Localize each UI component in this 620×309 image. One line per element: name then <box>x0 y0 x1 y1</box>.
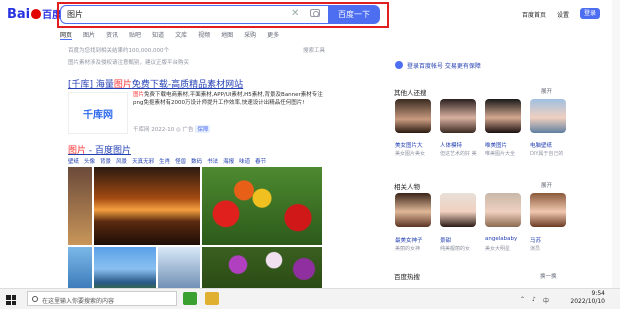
ime-indicator[interactable]: 中 <box>543 296 549 305</box>
search-value: 图片 <box>67 10 83 19</box>
related-searches-title: 其他人还搜 <box>394 89 427 97</box>
person-name[interactable]: 最美女神子 <box>395 236 423 244</box>
person-desc: 纯美靓丽的女 <box>440 246 471 252</box>
person-name[interactable]: 唯美图片 <box>485 141 507 149</box>
category-link[interactable]: 书法 <box>207 157 218 165</box>
image-category-nav: 壁纸 头像 背景 风景 天真无邪 生肖 怪兽 数码 书法 海报 味道 春节 <box>68 157 266 165</box>
category-link[interactable]: 风景 <box>116 157 127 165</box>
logo-text: Bai <box>7 7 31 22</box>
person-image[interactable] <box>485 99 521 133</box>
person-desc: 唯美图片大全 <box>485 151 516 157</box>
person-desc: 美丽的女神 <box>395 246 421 252</box>
person-name[interactable]: angelababy <box>485 236 517 242</box>
person-image[interactable] <box>395 193 431 227</box>
person-name[interactable]: 景甜 <box>440 236 451 244</box>
gallery-image[interactable] <box>158 247 200 291</box>
category-link[interactable]: 背景 <box>100 157 111 165</box>
home-link[interactable]: 百度首页 <box>522 10 546 19</box>
gallery-image[interactable] <box>202 247 322 291</box>
category-link[interactable]: 数码 <box>191 157 202 165</box>
system-clock[interactable]: 9:54 2022/10/10 <box>565 290 605 306</box>
tab-purchase[interactable]: 采购 <box>244 30 256 40</box>
baidu-logo[interactable]: Bai 百度 <box>7 6 62 24</box>
gallery-image[interactable] <box>202 167 322 245</box>
person-name[interactable]: 美女图片大 <box>395 141 423 149</box>
image-gallery <box>68 167 322 291</box>
tab-wenku[interactable]: 文库 <box>175 30 187 40</box>
result1-thumbnail[interactable]: 千库网 <box>68 92 128 134</box>
hot-search-title[interactable]: 百度热搜 <box>394 271 420 281</box>
result2-title[interactable]: 图片 - 百度图片 <box>68 143 131 156</box>
file-explorer-icon[interactable] <box>205 292 219 305</box>
browser-taskbar-icon[interactable] <box>183 292 197 305</box>
tab-more[interactable]: 更多 <box>267 30 279 40</box>
result1-snippet: 图片免费下载电商素材,平面素材,APP/UI素材,H5素材,背景及Banner素… <box>133 92 323 106</box>
network-icon[interactable]: ⌃ <box>520 296 525 303</box>
person-name[interactable]: 马苏 <box>530 236 541 244</box>
person-image[interactable] <box>440 193 476 227</box>
thumb-logo-text: 千库网 <box>83 109 113 121</box>
clock-date: 2022/10/10 <box>570 298 605 305</box>
tab-video[interactable]: 视频 <box>198 30 210 40</box>
tab-zhidao[interactable]: 知道 <box>152 30 164 40</box>
person-image[interactable] <box>440 99 476 133</box>
result-count: 百度为您找到相关结果约100,000,000个 <box>68 48 169 54</box>
search-button[interactable]: 百度一下 <box>328 5 380 24</box>
result1-meta: 千库网 2022-10 ◎ 广告 保障 <box>133 125 211 133</box>
copyright-notice: 图片素材涉及侵权请注意甄别，建议正版平台购买 <box>68 60 190 66</box>
tab-images[interactable]: 图片 <box>83 30 95 40</box>
expand-link[interactable]: 展开 <box>541 181 552 189</box>
category-link[interactable]: 生肖 <box>159 157 170 165</box>
person-desc: 但这艺术的好 美 <box>440 151 477 157</box>
tab-map[interactable]: 地图 <box>221 30 233 40</box>
person-desc: 演员 <box>530 246 541 252</box>
search-tools-button[interactable]: 搜索工具 <box>303 46 325 54</box>
search-input[interactable]: 图片 <box>60 5 328 24</box>
related-people-title: 相关人物 <box>394 183 420 191</box>
person-image[interactable] <box>530 99 566 133</box>
gallery-image[interactable] <box>94 167 200 245</box>
gallery-image[interactable] <box>94 247 156 291</box>
person-name[interactable]: 人体模特 <box>440 141 462 149</box>
refresh-link[interactable]: 换一换 <box>540 272 557 280</box>
search-icon <box>32 296 38 302</box>
clear-icon[interactable]: ✕ <box>291 8 299 19</box>
search-tabs: 网页 图片 资讯 贴吧 知道 文库 视频 地图 采购 更多 <box>60 30 279 40</box>
login-tip[interactable]: 登录百度帐号 交易更有保障 <box>395 61 481 70</box>
gallery-image[interactable] <box>68 247 92 291</box>
login-button[interactable]: 登录 <box>580 8 600 19</box>
person-image[interactable] <box>485 193 521 227</box>
category-link[interactable]: 味道 <box>239 157 250 165</box>
page-scrollbar[interactable] <box>612 0 620 288</box>
person-name[interactable]: 电脑壁纸 <box>530 141 552 149</box>
tab-web[interactable]: 网页 <box>60 30 73 40</box>
taskbar-search-input[interactable]: 在这里输入你要搜索的内容 <box>27 291 177 306</box>
speaker-icon[interactable]: ♪ <box>532 296 536 303</box>
person-desc: 美女图片美女 <box>395 151 426 157</box>
person-image[interactable] <box>395 99 431 133</box>
category-link[interactable]: 春节 <box>255 157 266 165</box>
person-desc: DIY属于自己的 <box>530 151 564 157</box>
tab-tieba[interactable]: 贴吧 <box>129 30 141 40</box>
expand-link[interactable]: 展开 <box>541 87 552 95</box>
person-desc: 美女大明星 <box>485 246 511 252</box>
category-link[interactable]: 怪兽 <box>175 157 186 165</box>
category-link[interactable]: 海报 <box>223 157 234 165</box>
windows-start-icon[interactable] <box>6 295 16 305</box>
paw-icon <box>31 9 42 19</box>
taskbar-search-placeholder: 在这里输入你要搜索的内容 <box>42 298 115 305</box>
clock-time: 9:54 <box>591 290 605 297</box>
result1-title[interactable]: [千库] 海量图片免费下载-高质精品素材网站 <box>68 77 243 90</box>
settings-link[interactable]: 设置 <box>557 10 569 19</box>
camera-icon[interactable] <box>310 9 320 17</box>
category-link[interactable]: 壁纸 <box>68 157 79 165</box>
category-link[interactable]: 头像 <box>84 157 95 165</box>
category-link[interactable]: 天真无邪 <box>132 157 154 165</box>
person-image[interactable] <box>530 193 566 227</box>
gallery-image[interactable] <box>68 167 92 245</box>
tab-news[interactable]: 资讯 <box>106 30 118 40</box>
